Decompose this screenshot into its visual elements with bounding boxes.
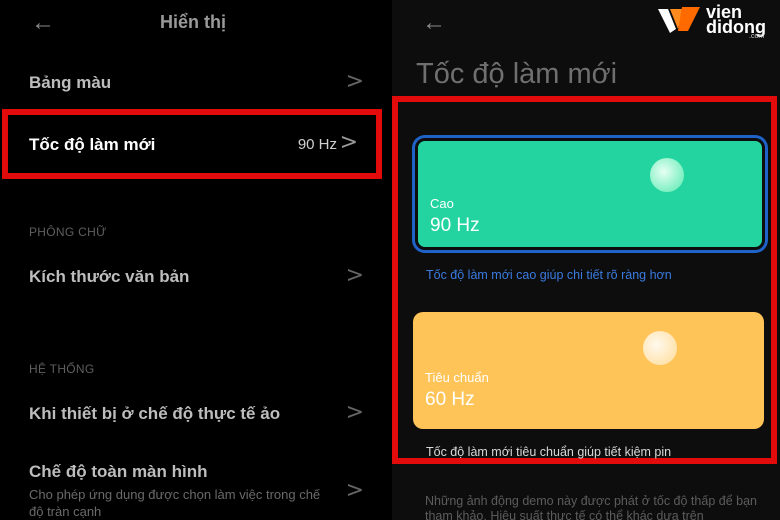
option-card-high[interactable]: Cao 90 Hz <box>415 138 765 250</box>
header: ← Hiển thị <box>0 0 392 46</box>
settings-item-vr-mode[interactable]: Khi thiết bị ở chế độ thực tế ảo > <box>0 392 392 436</box>
section-header-system: HỆ THỐNG <box>29 362 95 376</box>
chevron-right-icon: > <box>345 478 364 503</box>
settings-item-label: Tốc độ làm mới <box>29 135 156 154</box>
settings-item-label: Chế độ toàn màn hình <box>29 462 208 481</box>
logo-suffix: .com <box>749 33 765 40</box>
settings-item-label: Khi thiết bị ở chế độ thực tế ảo <box>29 404 281 423</box>
chevron-right-icon: > <box>339 130 358 155</box>
logo-mark-icon <box>658 7 700 33</box>
settings-item-subtitle: Cho phép ứng dụng được chọn làm việc tro… <box>29 487 321 519</box>
animation-ball-icon <box>643 331 677 365</box>
arrow-left-icon[interactable]: ← <box>422 11 446 35</box>
refresh-rate-options-panel: Cao 90 Hz Tốc độ làm mới cao giúp chi ti… <box>392 96 777 464</box>
chevron-right-icon: > <box>345 69 364 94</box>
chevron-right-icon: > <box>345 263 364 288</box>
option-value: 90 Hz <box>430 215 480 236</box>
chevron-right-icon: > <box>345 400 364 425</box>
display-settings-screen: ← Hiển thị Bảng màu > Tốc độ làm mới 90 … <box>0 0 392 520</box>
option-value: 60 Hz <box>425 389 475 410</box>
settings-item-label: Bảng màu <box>29 73 112 92</box>
settings-item-fullscreen[interactable]: Chế độ toàn màn hình Cho phép ứng dụng đ… <box>0 452 392 520</box>
option-description: Tốc độ làm mới tiêu chuẩn giúp tiết kiệm… <box>426 445 672 459</box>
settings-item-refresh-rate[interactable]: Tốc độ làm mới 90 Hz > <box>2 109 382 179</box>
section-header-fonts: PHÔNG CHỮ <box>29 225 107 239</box>
arrow-left-icon[interactable]: ← <box>31 11 55 35</box>
vien-didong-logo: vien didong .com <box>658 3 776 43</box>
refresh-rate-screen: ← vien didong .com Tốc độ làm mới Cao 90… <box>392 0 780 520</box>
page-title: Hiển thị <box>160 12 226 32</box>
option-description: Tốc độ làm mới cao giúp chi tiết rõ ràng… <box>426 268 672 282</box>
settings-item-color-palette[interactable]: Bảng màu > <box>0 62 392 106</box>
option-name: Cao <box>430 196 454 211</box>
settings-item-label: Kích thước văn bản <box>29 267 190 286</box>
refresh-rate-value: 90 Hz <box>297 136 337 153</box>
settings-item-text-size[interactable]: Kích thước văn bản > <box>0 256 392 300</box>
animation-ball-icon <box>650 158 684 192</box>
option-card-standard[interactable]: Tiêu chuẩn 60 Hz <box>413 312 764 429</box>
page-title: Tốc độ làm mới <box>416 58 618 90</box>
option-name: Tiêu chuẩn <box>425 370 489 385</box>
demo-footnote: Những ảnh động demo này được phát ở tốc … <box>425 494 757 520</box>
